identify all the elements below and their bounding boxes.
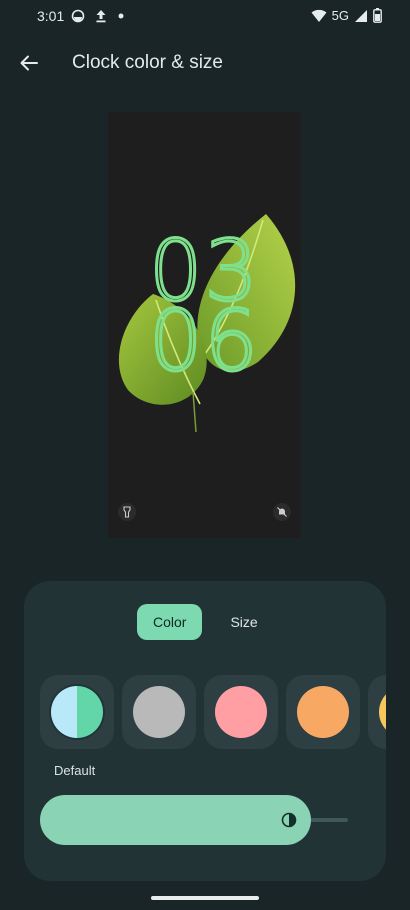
data-saver-icon	[71, 9, 85, 23]
swatch-yellow-color	[379, 686, 386, 738]
color-swatch-list	[40, 675, 386, 749]
tab-row: Color Size	[137, 604, 274, 640]
clock-minutes: 06	[148, 292, 260, 390]
back-button[interactable]	[14, 48, 44, 78]
tab-color[interactable]: Color	[137, 604, 203, 640]
top-app-bar: Clock color & size	[0, 40, 410, 86]
network-type: 5G	[331, 8, 349, 23]
page-title: Clock color & size	[72, 52, 223, 73]
clock-settings-sheet: Color Size Default	[24, 581, 386, 881]
arrow-back-icon	[19, 53, 39, 73]
notification-dot-icon	[117, 12, 125, 20]
slider-fill	[40, 795, 311, 845]
tab-size[interactable]: Size	[214, 604, 273, 640]
clock-digits: 03 06	[108, 228, 301, 390]
swatch-orange-color	[297, 686, 349, 738]
swatch-orange[interactable]	[286, 675, 360, 749]
status-time: 3:01	[37, 8, 65, 24]
home-indicator[interactable]	[151, 896, 259, 900]
swatch-default-color	[51, 686, 103, 738]
selected-color-label: Default	[54, 763, 96, 778]
contrast-icon[interactable]	[281, 812, 297, 828]
swatch-yellow[interactable]	[368, 675, 386, 749]
swatch-gray-color	[133, 686, 185, 738]
swatch-pink[interactable]	[204, 675, 278, 749]
swatch-default[interactable]	[40, 675, 114, 749]
upload-icon	[95, 9, 107, 23]
tone-slider[interactable]	[40, 795, 350, 845]
wifi-icon	[311, 9, 327, 23]
swatch-gray[interactable]	[122, 675, 196, 749]
status-bar: 3:01 5G	[0, 0, 410, 34]
battery-icon	[373, 8, 382, 23]
swatch-pink-color	[215, 686, 267, 738]
signal-icon	[354, 9, 368, 23]
lockscreen-preview: 03 06	[108, 112, 301, 538]
do-not-disturb-icon	[273, 503, 291, 521]
flashlight-icon	[118, 503, 136, 521]
slider-track	[310, 818, 348, 822]
